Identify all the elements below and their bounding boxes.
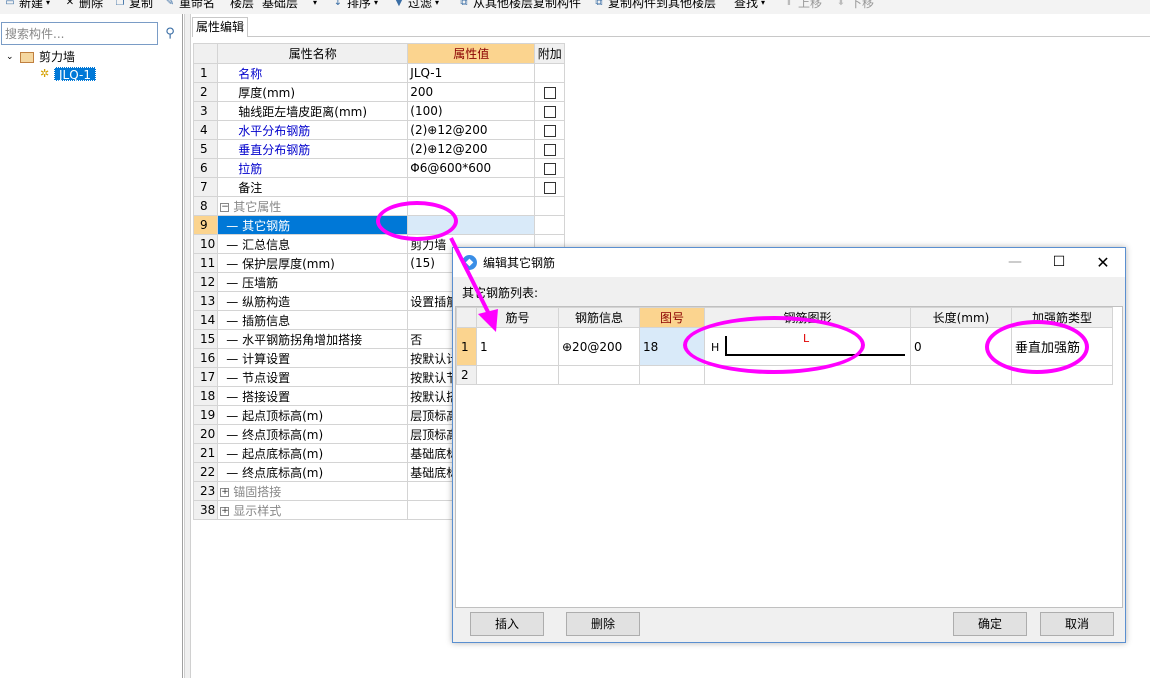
copy-from-floor-icon: ⧉ [460, 0, 468, 8]
delete-icon: ✕ [65, 0, 75, 8]
header-name[interactable]: 属性名称 [217, 43, 409, 64]
find-button[interactable]: 查找 ▾ [734, 0, 765, 12]
table-row[interactable]: 6 拉筋 Φ6@600*600 [192, 158, 566, 178]
header-bar-info[interactable]: 钢筋信息 [558, 307, 640, 328]
tab-divider [248, 36, 1150, 37]
table-row[interactable]: 4 水平分布钢筋 (2)⊕12@200 [192, 120, 566, 140]
tree-node-jlq1[interactable]: ✲ JLQ-1 [40, 66, 96, 82]
search-icon[interactable]: ⚲ [160, 23, 180, 44]
table-row[interactable]: 5 垂直分布钢筋 (2)⊕12@200 [192, 139, 566, 159]
floor-select[interactable]: 基础层 ▾ [262, 0, 322, 12]
table-row[interactable]: 2 厚度(mm) 200 [192, 82, 566, 102]
sort-button[interactable]: ↕ 排序 ▾ [332, 0, 378, 12]
extra-checkbox[interactable] [543, 181, 556, 194]
annotation-ellipse-type [985, 320, 1089, 374]
cancel-button[interactable]: 取消 [1040, 612, 1114, 636]
rename-button[interactable]: ✎ 重命名 [164, 0, 215, 12]
extra-checkbox[interactable] [543, 86, 556, 99]
extra-checkbox[interactable] [543, 124, 556, 137]
corner-cell [192, 43, 219, 64]
header-length[interactable]: 长度(mm) [910, 307, 1012, 328]
ok-button[interactable]: 确定 [953, 612, 1027, 636]
copy-to-floor-button[interactable]: ⧉ 复制构件到其他楼层 [593, 0, 716, 12]
move-down-button[interactable]: ⬇ 下移 [835, 0, 874, 12]
header-value[interactable]: 属性值 [407, 43, 536, 64]
header-bar-no[interactable]: 筋号 [476, 307, 559, 328]
table-row[interactable]: 3 轴线距左墙皮距离(mm) (100) [192, 101, 566, 121]
minimize-icon[interactable]: — [993, 248, 1037, 277]
rename-icon: ✎ [165, 0, 175, 8]
collapse-icon[interactable]: − [220, 202, 230, 212]
copy-button[interactable]: ❐ 复制 [114, 0, 154, 12]
annotation-ellipse-shape [683, 316, 865, 374]
tree-node-root[interactable]: ⌄ 剪力墙 [6, 49, 75, 65]
search-input[interactable] [1, 22, 158, 45]
delete-button[interactable]: 删除 [566, 612, 640, 636]
copy-from-floor-button[interactable]: ⧉ 从其他楼层复制构件 [458, 0, 581, 12]
copy-to-floor-icon: ⧉ [595, 0, 603, 8]
filter-icon: ▼ [395, 0, 403, 8]
new-button[interactable]: ▭ 新建 ▾ [4, 0, 50, 12]
delete-button[interactable]: ✕ 删除 [64, 0, 103, 12]
expand-icon[interactable]: + [220, 487, 230, 497]
app-logo-icon: ◆ [462, 255, 477, 270]
tab-property-edit[interactable]: 属性编辑 [192, 17, 248, 37]
annotation-ellipse-value [376, 201, 458, 241]
extra-checkbox[interactable] [543, 105, 556, 118]
panel-splitter[interactable] [184, 14, 191, 678]
maximize-icon[interactable]: ☐ [1037, 248, 1081, 277]
insert-button[interactable]: 插入 [470, 612, 544, 636]
component-tree-panel: ⚲ ⌄ 剪力墙 ✲ JLQ-1 [0, 14, 183, 678]
new-icon: ▭ [5, 0, 15, 8]
filter-button[interactable]: ▼ 过滤 ▾ [393, 0, 439, 12]
extra-checkbox[interactable] [543, 143, 556, 156]
toolbar: ▭ 新建 ▾ ✕ 删除 ❐ 复制 ✎ 重命名 楼层 基础层 ▾ ↕ 排序 ▾ ▼ 过滤 ▾ ⧉ 从其他… [0, 0, 1150, 14]
expand-icon[interactable]: + [220, 506, 230, 516]
arrow-down-icon: ⬇ [836, 0, 846, 8]
floor-label: 楼层 [230, 0, 255, 10]
close-icon[interactable]: ✕ [1081, 248, 1125, 277]
dialog-title: 编辑其它钢筋 [483, 256, 556, 270]
header-extra[interactable]: 附加 [534, 43, 566, 64]
rebar-list-label: 其它钢筋列表: [462, 286, 539, 300]
edit-other-rebar-dialog: ◆ 编辑其它钢筋 — ☐ ✕ 其它钢筋列表: 筋号 钢筋信息 图号 钢筋图形 长… [452, 247, 1126, 643]
dialog-titlebar[interactable]: ◆ 编辑其它钢筋 — ☐ ✕ [453, 248, 1125, 277]
property-grid-header: 属性名称 属性值 附加 [192, 43, 566, 64]
table-row[interactable]: 7 备注 [192, 177, 566, 197]
gear-icon: ✲ [40, 67, 50, 80]
corner-cell [456, 307, 477, 328]
sort-icon: ↕ [333, 0, 343, 8]
extra-checkbox[interactable] [543, 162, 556, 175]
wall-folder-icon [20, 51, 34, 63]
table-row[interactable]: 1 名称 JLQ-1 [192, 63, 566, 83]
header-fig-no[interactable]: 图号 [639, 307, 705, 328]
arrow-up-icon: ⬆ [784, 0, 794, 8]
chevron-down-icon[interactable]: ⌄ [6, 49, 20, 65]
move-up-button[interactable]: ⬆ 上移 [783, 0, 822, 12]
copy-icon: ❐ [115, 0, 125, 8]
